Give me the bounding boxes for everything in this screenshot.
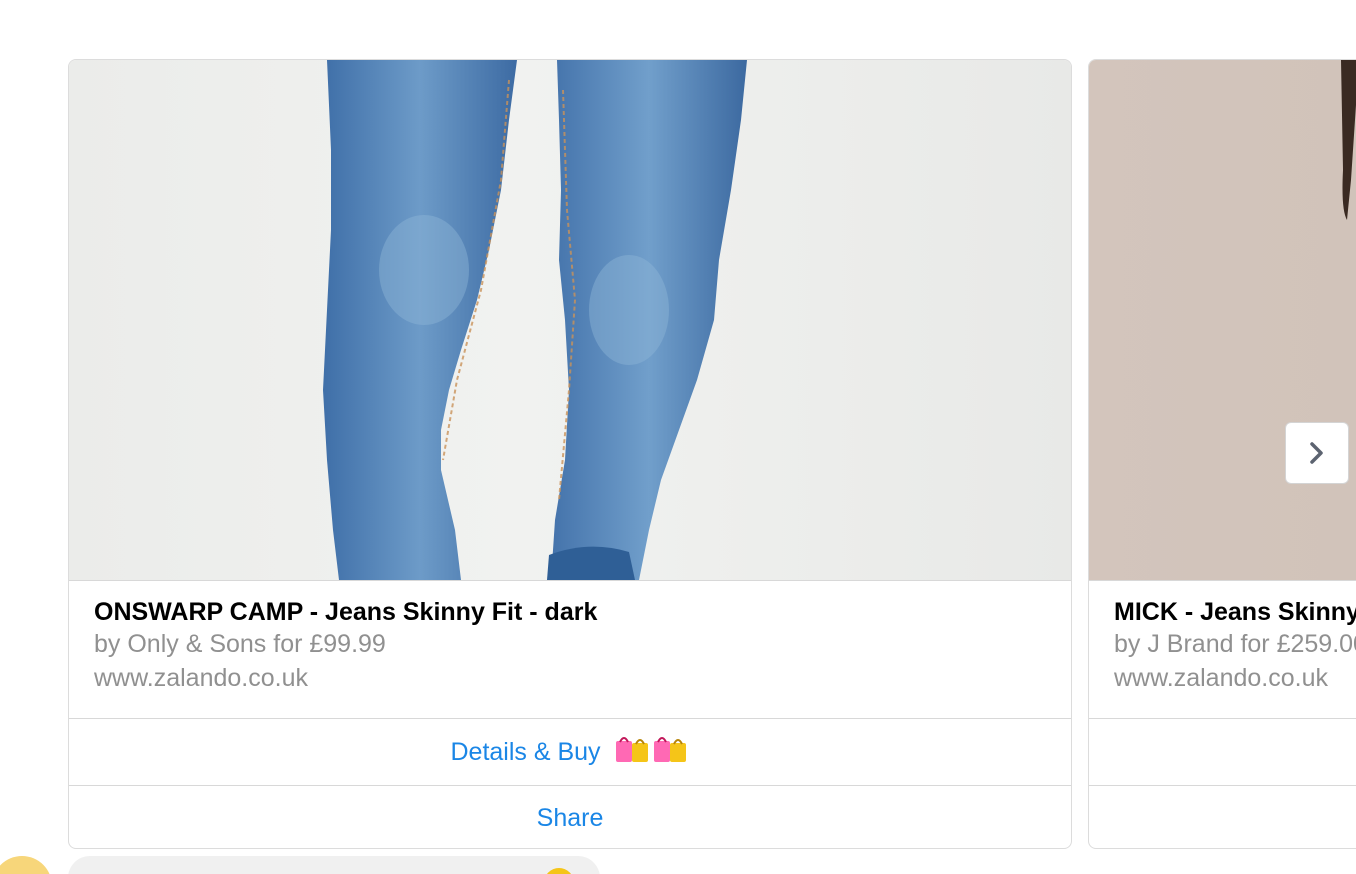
product-url: www.zalando.co.uk (1114, 664, 1329, 692)
avatar[interactable] (0, 856, 52, 874)
shopping-bags-icon (614, 724, 690, 789)
product-title: ONSWARP CAMP - Jeans Skinny Fit - dark (94, 598, 598, 626)
product-brand-price: by Only & Sons for £99.99 (94, 630, 386, 658)
messenger-carousel: ONSWARP CAMP - Jeans Skinny Fit - dark b… (0, 0, 1356, 874)
message-bubble (68, 856, 600, 874)
product-title: MICK - Jeans Skinny Fit (1114, 598, 1356, 626)
jeans-photo (323, 60, 747, 580)
product-brand-price: by J Brand for £259.00 (1114, 630, 1356, 658)
product-info[interactable]: ONSWARP CAMP - Jeans Skinny Fit - dark b… (69, 581, 1071, 719)
product-image-jeans[interactable] (69, 60, 1071, 581)
share-button[interactable]: Share (69, 786, 1071, 848)
carousel-next-button[interactable] (1285, 422, 1349, 484)
model-photo (1341, 60, 1356, 220)
details-buy-button[interactable] (1089, 720, 1356, 786)
product-url: www.zalando.co.uk (94, 664, 309, 692)
product-info[interactable]: MICK - Jeans Skinny Fit by J Brand for £… (1089, 581, 1356, 719)
product-card: ONSWARP CAMP - Jeans Skinny Fit - dark b… (68, 59, 1072, 849)
chevron-right-icon (1310, 442, 1323, 464)
details-buy-label: Details & Buy (450, 738, 601, 766)
details-buy-button[interactable]: Details & Buy (69, 720, 1071, 786)
share-button[interactable] (1089, 786, 1356, 848)
product-image-jeans[interactable] (1089, 60, 1356, 581)
